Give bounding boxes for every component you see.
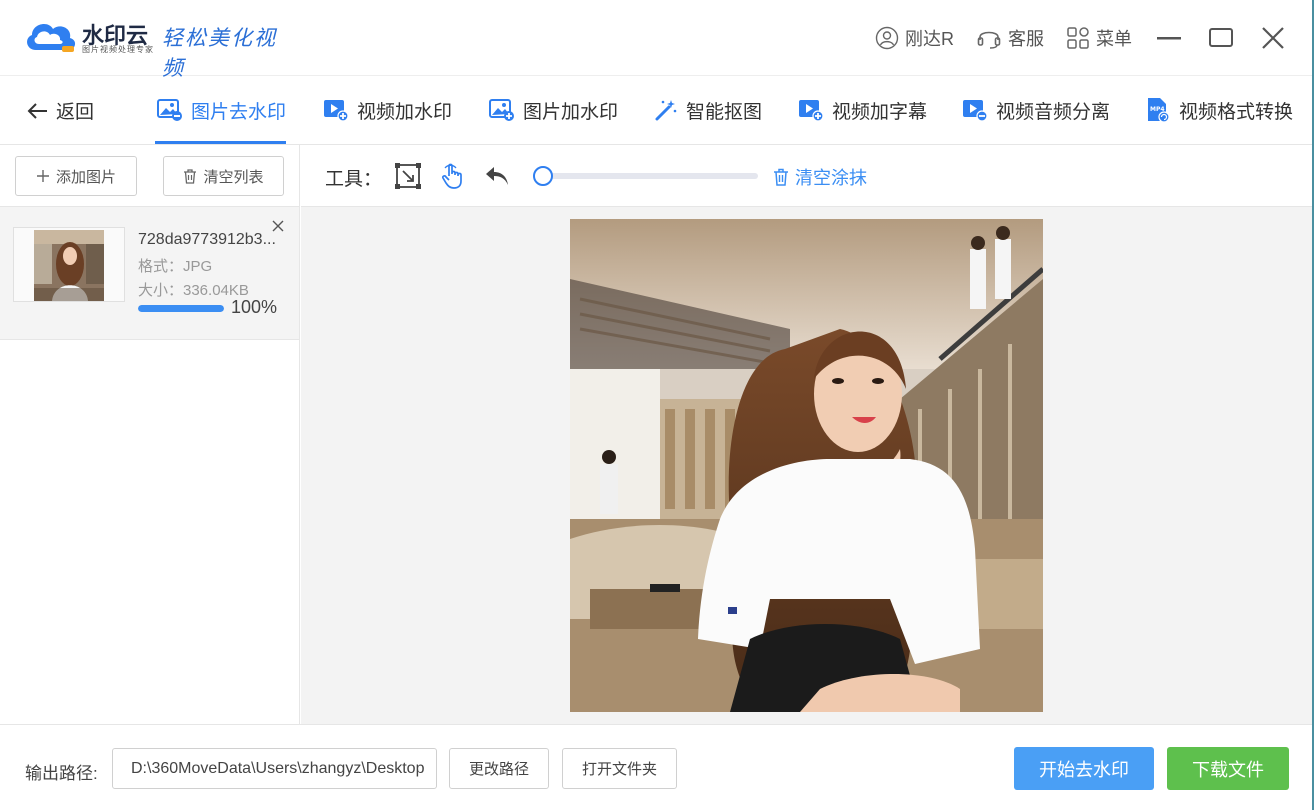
tab-label: 视频加水印	[357, 101, 453, 123]
app-slogan: 轻松美化视频	[162, 26, 277, 80]
tool-tabs: 返回 图片去水印 视频加水印 图片加水印 智能抠图 视频加字幕 视频音频分离 M…	[0, 77, 1312, 145]
minimize-button[interactable]	[1154, 23, 1184, 53]
headset-icon	[977, 31, 1001, 49]
close-window-button[interactable]	[1258, 23, 1288, 53]
output-path-field[interactable]: D:\360MoveData\Users\zhangyz\Desktop	[112, 748, 437, 789]
bottom-bar: 输出路径: D:\360MoveData\Users\zhangyz\Deskt…	[0, 724, 1312, 810]
file-list-toolbar: 添加图片 清空列表	[0, 145, 299, 207]
image-canvas[interactable]	[301, 207, 1312, 724]
user-circle-icon	[875, 26, 899, 50]
file-thumbnail-frame	[13, 227, 125, 302]
app-window: 水印云 图片视频处理专家 轻松美化视频 刚达R 客服 菜单 返回 图片去水印 视…	[0, 0, 1314, 810]
image-add-icon	[489, 99, 514, 121]
trash-icon	[184, 168, 197, 184]
arrow-left-icon	[27, 102, 47, 119]
title-bar: 水印云 图片视频处理专家 轻松美化视频 刚达R 客服 菜单	[0, 0, 1312, 80]
user-account-button[interactable]: 刚达R	[875, 25, 954, 51]
add-image-button[interactable]: 添加图片	[15, 156, 137, 196]
file-progress-bar	[138, 305, 224, 312]
clear-smear-label: 清空涂抹	[795, 168, 867, 188]
output-path-label: 输出路径:	[25, 764, 98, 783]
tab-smart-cutout[interactable]: 智能抠图	[654, 95, 762, 125]
clear-list-button[interactable]: 清空列表	[163, 156, 284, 196]
clear-list-label: 清空列表	[203, 168, 264, 186]
start-remove-watermark-button[interactable]: 开始去水印	[1014, 747, 1154, 790]
menu-label: 菜单	[1096, 29, 1132, 49]
file-progress-fill	[138, 305, 224, 312]
maximize-button[interactable]	[1206, 23, 1236, 53]
mp4-convert-icon: MP4	[1148, 98, 1170, 123]
video-subtitle-icon	[799, 100, 824, 122]
select-box-tool[interactable]	[394, 162, 422, 190]
select-box-icon	[395, 163, 421, 189]
download-file-button[interactable]: 下载文件	[1167, 747, 1289, 790]
tab-image-remove-watermark[interactable]: 图片去水印	[157, 95, 286, 125]
tab-video-add-watermark[interactable]: 视频加水印	[323, 95, 452, 125]
undo-tool[interactable]	[483, 162, 511, 190]
title-bar-actions: 刚达R 客服 菜单	[875, 22, 1312, 54]
preview-image[interactable]	[570, 219, 1043, 712]
tab-video-audio-split[interactable]: 视频音频分离	[962, 95, 1110, 125]
file-list-item[interactable]: 728da9773912b3... 格式：JPG 大小：336.04KB 100…	[0, 207, 299, 340]
video-add-icon	[324, 100, 349, 122]
undo-arrow-icon	[486, 167, 508, 185]
back-button[interactable]: 返回	[26, 97, 94, 124]
app-logo: 水印云 图片视频处理专家 轻松美化视频	[22, 14, 292, 80]
add-image-label: 添加图片	[55, 168, 116, 186]
back-label: 返回	[56, 102, 95, 123]
open-folder-button[interactable]: 打开文件夹	[562, 748, 677, 789]
tab-video-format-convert[interactable]: MP4 视频格式转换	[1145, 95, 1293, 125]
tab-label: 智能抠图	[686, 101, 763, 123]
file-name: 728da9773912b3...	[138, 231, 276, 248]
tab-label: 图片加水印	[523, 101, 619, 123]
editor-toolbar: 工具： 清空涂抹	[301, 145, 1312, 207]
trash-icon	[774, 168, 788, 186]
magic-wand-icon	[655, 100, 677, 121]
close-icon	[1262, 27, 1284, 49]
hand-pointer-icon	[441, 163, 462, 189]
minimize-icon	[1157, 37, 1181, 40]
hand-tool[interactable]	[439, 162, 467, 190]
file-thumbnail	[34, 230, 104, 301]
image-remove-icon	[157, 99, 182, 121]
maximize-icon	[1209, 28, 1233, 47]
tab-video-subtitle[interactable]: 视频加字幕	[798, 95, 927, 125]
service-label: 客服	[1008, 29, 1044, 49]
tab-image-add-watermark[interactable]: 图片加水印	[489, 95, 618, 125]
grid-menu-icon	[1067, 27, 1089, 49]
video-audio-split-icon	[963, 100, 988, 122]
tab-label: 图片去水印	[191, 101, 287, 123]
file-list-panel: 添加图片 清空列表 728da9773912b3... 格式：JPG 大小：33…	[0, 145, 300, 724]
tab-label: 视频格式转换	[1179, 101, 1294, 123]
user-name: 刚达R	[905, 29, 954, 49]
tab-label: 视频音频分离	[996, 101, 1111, 123]
brush-size-knob[interactable]	[533, 166, 553, 186]
tab-label: 视频加字幕	[832, 101, 928, 123]
file-progress-text: 100%	[231, 297, 278, 317]
active-tab-indicator	[155, 141, 286, 144]
plus-icon	[36, 170, 49, 182]
file-format: 格式：JPG	[138, 258, 213, 275]
tools-label: 工具：	[325, 169, 383, 190]
app-subtitle: 图片视频处理专家	[82, 45, 154, 54]
menu-button[interactable]: 菜单	[1066, 25, 1132, 51]
clear-smear-button[interactable]: 清空涂抹	[773, 164, 867, 190]
customer-service-button[interactable]: 客服	[976, 25, 1044, 51]
brush-size-slider[interactable]	[533, 166, 758, 186]
change-path-button[interactable]: 更改路径	[449, 748, 549, 789]
remove-file-icon[interactable]	[270, 218, 286, 234]
cloud-logo-icon	[27, 24, 76, 52]
